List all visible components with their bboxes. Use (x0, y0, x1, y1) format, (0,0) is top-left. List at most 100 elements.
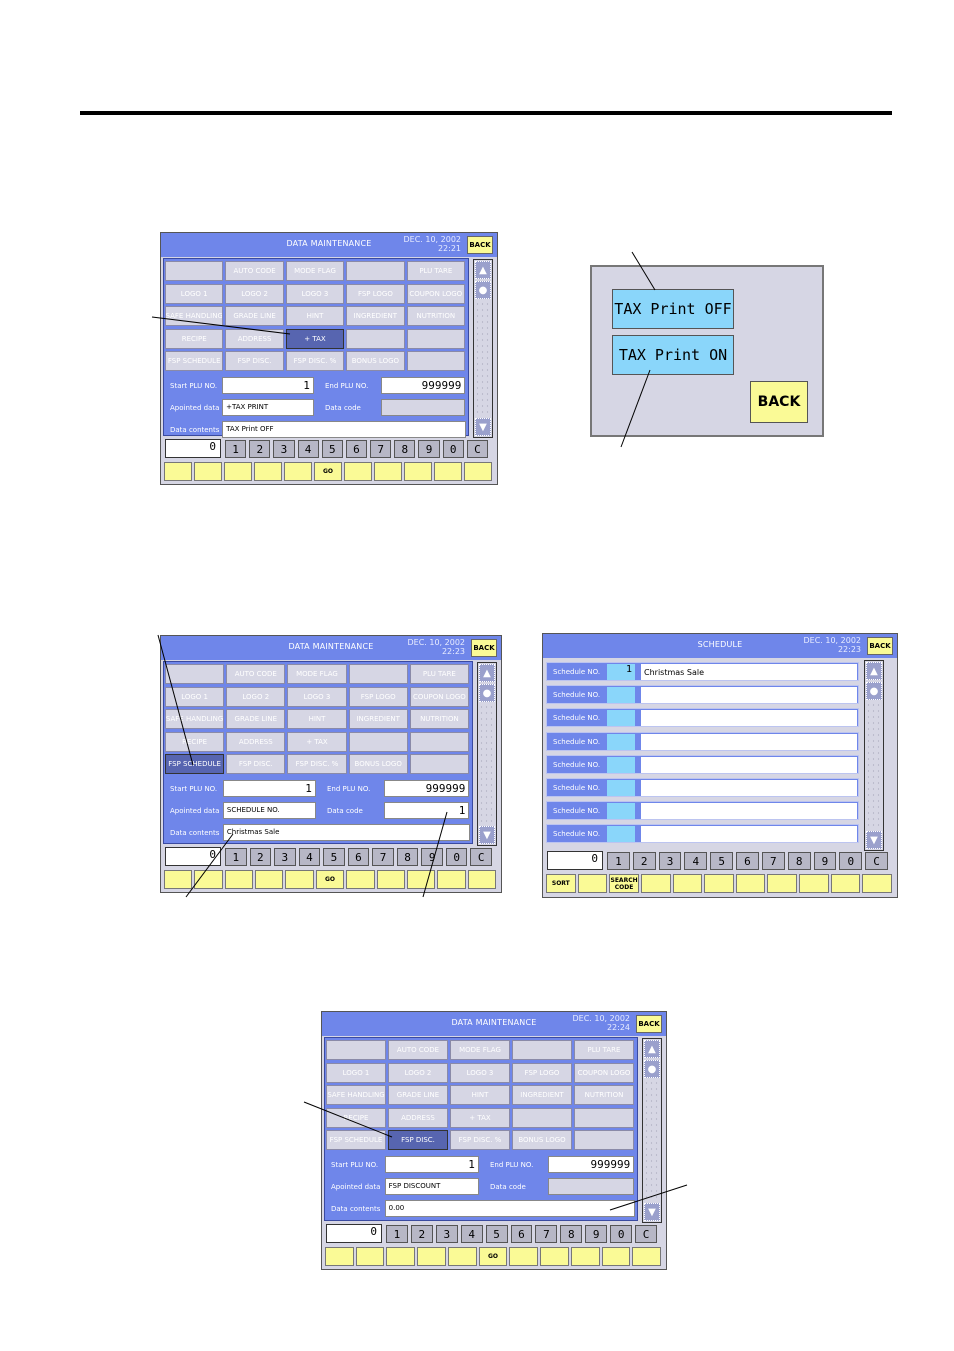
menu-button-safe-handling[interactable]: SAFE HANDLING (165, 306, 224, 326)
schedule-no-field[interactable] (607, 803, 635, 820)
key-9[interactable]: 9 (813, 852, 837, 870)
key-5[interactable]: 5 (485, 1225, 508, 1243)
data-code-field[interactable]: 1 (384, 801, 470, 819)
function-key-blank[interactable] (164, 462, 192, 481)
function-key-blank[interactable] (284, 462, 312, 481)
menu-button-blank[interactable] (346, 328, 405, 349)
key-4[interactable]: 4 (684, 852, 708, 870)
entry-display[interactable]: 0 (165, 439, 221, 458)
function-key-blank[interactable] (509, 1247, 539, 1266)
scroll-home-icon[interactable]: ● (475, 281, 491, 299)
go-button[interactable]: GO (478, 1247, 508, 1266)
back-button[interactable]: BACK (867, 637, 893, 655)
key-3[interactable]: 3 (273, 440, 295, 458)
appointed-data-field[interactable]: SCHEDULE NO. (222, 801, 316, 819)
key-3[interactable]: 3 (274, 848, 296, 866)
function-key-blank[interactable] (767, 874, 798, 893)
go-button[interactable]: GO (314, 462, 342, 481)
menu-button-ingredient[interactable]: INGREDIENT (346, 306, 405, 326)
schedule-name-field[interactable] (641, 756, 857, 773)
key-7[interactable]: 7 (370, 440, 392, 458)
schedule-name-field[interactable] (641, 733, 857, 750)
menu-button-logo-1[interactable]: LOGO 1 (165, 283, 224, 304)
key-clear[interactable]: C (466, 440, 488, 458)
key-8[interactable]: 8 (560, 1225, 583, 1243)
schedule-no-field[interactable]: 1 (607, 664, 635, 680)
scroll-home-icon[interactable]: ● (479, 684, 495, 702)
function-key-blank[interactable] (194, 462, 222, 481)
key-5[interactable]: 5 (323, 848, 345, 866)
key-1[interactable]: 1 (225, 440, 247, 458)
key-5[interactable]: 5 (710, 852, 734, 870)
appointed-data-field[interactable]: FSP DISCOUNT (384, 1177, 479, 1195)
function-key-blank[interactable] (325, 1247, 354, 1266)
menu-button-fsp-logo[interactable]: FSP LOGO (346, 283, 405, 304)
scroll-track[interactable] (644, 1080, 660, 1202)
function-key-blank[interactable] (376, 870, 405, 889)
menu-button-coupon-logo[interactable]: COUPON LOGO (574, 1062, 634, 1083)
menu-button-fsp-disc[interactable]: FSP DISC. (388, 1130, 448, 1150)
schedule-no-field[interactable] (607, 733, 635, 750)
menu-button-fsp-disc[interactable]: FSP DISC. % (287, 754, 347, 774)
end-plu-field[interactable]: 999999 (384, 779, 470, 797)
menu-button-blank[interactable] (574, 1107, 634, 1128)
function-key-blank[interactable] (672, 874, 703, 893)
function-key-blank[interactable] (601, 1247, 631, 1266)
function-key-blank[interactable] (254, 462, 282, 481)
key-0[interactable]: 0 (445, 848, 468, 866)
menu-button-logo-2[interactable]: LOGO 2 (226, 686, 286, 707)
tax-print-on-button[interactable]: TAX Print ON (612, 335, 734, 375)
back-button[interactable]: BACK (750, 381, 808, 423)
key-4[interactable]: 4 (297, 440, 319, 458)
function-key-blank[interactable] (540, 1247, 569, 1266)
menu-button-nutrition[interactable]: NUTRITION (409, 709, 469, 729)
key-9[interactable]: 9 (418, 440, 440, 458)
function-key-blank[interactable] (255, 870, 284, 889)
key-4[interactable]: 4 (298, 848, 321, 866)
menu-button-ingredient[interactable]: INGREDIENT (512, 1085, 572, 1105)
key-2[interactable]: 2 (410, 1225, 433, 1243)
function-key-blank[interactable] (830, 874, 861, 893)
key-2[interactable]: 2 (632, 852, 656, 870)
entry-display[interactable]: 0 (326, 1224, 382, 1243)
data-contents-field[interactable]: Christmas Sale (222, 823, 470, 841)
key-0[interactable]: 0 (442, 440, 464, 458)
schedule-row[interactable]: Schedule NO. (546, 801, 859, 821)
menu-button-logo-1[interactable]: LOGO 1 (326, 1062, 386, 1083)
start-plu-field[interactable]: 1 (222, 376, 314, 394)
search-code-button[interactable]: SEARCH CODE (609, 874, 639, 893)
function-key-blank[interactable] (404, 462, 432, 481)
key-6[interactable]: 6 (510, 1225, 533, 1243)
menu-button-recipe[interactable]: RECIPE (165, 731, 225, 752)
menu-button-fsp-schedule[interactable]: FSP SCHEDULE (326, 1130, 386, 1150)
menu-button-blank[interactable] (326, 1040, 386, 1060)
scrollbar[interactable]: ▲ ● ▼ (864, 660, 884, 851)
function-key-blank[interactable] (862, 874, 892, 893)
function-key-blank[interactable] (464, 462, 492, 481)
key-clear[interactable]: C (865, 852, 888, 870)
start-plu-field[interactable]: 1 (222, 779, 316, 797)
menu-button-blank[interactable] (406, 328, 465, 349)
menu-button-blank[interactable] (409, 731, 469, 752)
menu-button-fsp-disc[interactable]: FSP DISC. % (285, 351, 345, 371)
key-6[interactable]: 6 (345, 440, 368, 458)
function-key-blank[interactable] (374, 462, 402, 481)
menu-button-coupon-logo[interactable]: COUPON LOGO (406, 283, 465, 304)
scroll-track[interactable] (866, 702, 882, 830)
menu-button-nutrition[interactable]: NUTRITION (574, 1085, 634, 1105)
scroll-up-icon[interactable]: ▲ (475, 261, 491, 279)
menu-button-mode-flag[interactable]: MODE FLAG (285, 261, 345, 281)
function-key-blank[interactable] (346, 870, 375, 889)
function-key-blank[interactable] (164, 870, 193, 889)
key-3[interactable]: 3 (658, 852, 682, 870)
menu-button-address[interactable]: ADDRESS (225, 328, 284, 349)
key-2[interactable]: 2 (249, 848, 272, 866)
key-7[interactable]: 7 (535, 1225, 558, 1243)
menu-button-mode-flag[interactable]: MODE FLAG (450, 1040, 510, 1060)
menu-button-blank[interactable] (165, 261, 224, 281)
key-6[interactable]: 6 (736, 852, 759, 870)
menu-button-tax[interactable]: + TAX (287, 731, 347, 752)
schedule-row[interactable]: Schedule NO. (546, 778, 859, 797)
menu-button-grade-line[interactable]: GRADE LINE (388, 1085, 448, 1105)
entry-display[interactable]: 0 (165, 847, 221, 866)
